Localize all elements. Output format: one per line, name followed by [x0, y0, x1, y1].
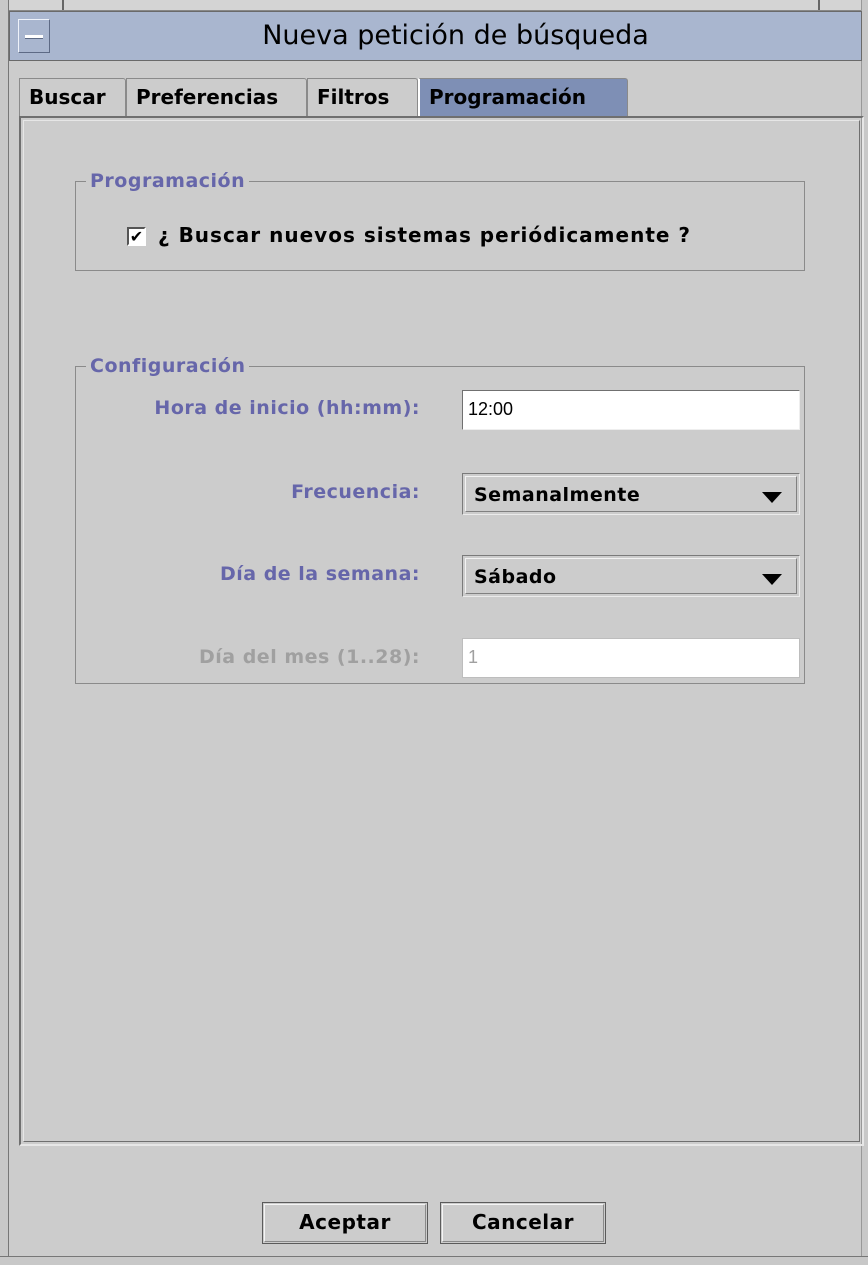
periodic-search-checkbox[interactable]: ✔ — [127, 227, 146, 246]
month-day-label: Día del mes (1..28): — [198, 646, 420, 668]
periodic-search-label[interactable]: ¿ Buscar nuevos sistemas periódicamente … — [158, 223, 691, 247]
dropdown-arrow-icon — [762, 574, 782, 585]
tab-filtros[interactable]: Filtros — [307, 78, 418, 116]
window-menu-icon — [25, 35, 43, 39]
frame-resize-tick — [62, 0, 64, 10]
window-menu-button[interactable] — [18, 19, 50, 53]
start-time-label: Hora de inicio (hh:mm): — [154, 397, 420, 419]
cancel-button[interactable]: Cancelar — [440, 1202, 606, 1244]
start-time-input[interactable]: 12:00 — [462, 390, 800, 430]
month-day-input: 1 — [462, 638, 800, 678]
accept-button-label: Aceptar — [299, 1210, 391, 1234]
tab-programacion[interactable]: Programación — [418, 78, 628, 116]
frequency-label: Frecuencia: — [291, 481, 420, 503]
frequency-select[interactable]: Semanalmente — [462, 473, 800, 515]
window-title: Nueva petición de búsqueda — [262, 20, 649, 51]
frequency-select-face: Semanalmente — [465, 476, 797, 512]
checkmark-icon: ✔ — [129, 227, 144, 246]
tab-preferencias[interactable]: Preferencias — [126, 78, 307, 116]
title-bar[interactable]: Nueva petición de búsqueda — [9, 11, 862, 61]
weekday-selected-value: Sábado — [474, 566, 557, 588]
frequency-selected-value: Semanalmente — [474, 484, 641, 506]
dropdown-arrow-icon — [762, 492, 782, 503]
frame-resize-tick — [818, 0, 820, 10]
config-group-legend: Configuración — [86, 353, 250, 379]
config-group: Configuración Hora de inicio (hh:mm): 12… — [75, 353, 805, 684]
cancel-button-label: Cancelar — [471, 1210, 575, 1234]
accept-button[interactable]: Aceptar — [262, 1202, 428, 1244]
weekday-select[interactable]: Sábado — [462, 555, 800, 597]
schedule-group: Programación ✔ ¿ Buscar nuevos sistemas … — [75, 168, 805, 271]
window-frame-left — [0, 0, 9, 1264]
tab-buscar[interactable]: Buscar — [19, 78, 126, 116]
weekday-select-face: Sábado — [465, 558, 797, 594]
window-frame-top — [0, 0, 868, 11]
weekday-label: Día de la semana: — [219, 563, 420, 585]
schedule-group-legend: Programación — [86, 168, 250, 194]
